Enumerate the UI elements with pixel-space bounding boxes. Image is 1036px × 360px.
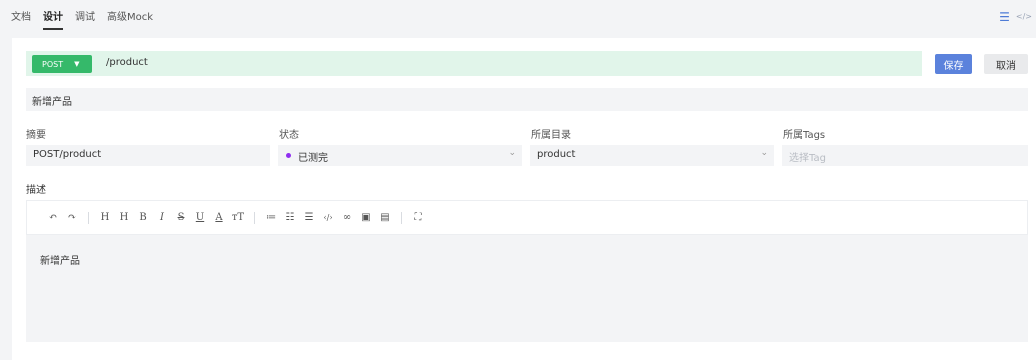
font-color-icon[interactable]: A [211, 212, 227, 223]
font-size-icon[interactable]: ᴛT [230, 212, 246, 223]
summary-value: POST/product [33, 149, 102, 160]
top-actions: ☰ </> [999, 10, 1032, 24]
editor-toolbar: ↶ ↷ H H B I S U A ᴛT ≔ ☷ ☰ ‹/› ∞ ▣ ▤ ⛶ [26, 200, 1028, 235]
task-list-icon[interactable]: ☰ [301, 212, 317, 223]
toolbar-divider [254, 211, 255, 224]
tab-advanced-mock[interactable]: 高级Mock [107, 11, 153, 25]
chevron-down-icon: ⌄ [760, 148, 768, 158]
table-icon[interactable]: ▤ [377, 212, 393, 223]
bold-icon[interactable]: B [135, 212, 151, 223]
summary-input[interactable]: POST/product [26, 145, 270, 166]
path-input[interactable]: /product [106, 57, 148, 68]
tags-select[interactable]: 选择Tag [782, 145, 1028, 166]
description-content: 新增产品 [40, 256, 80, 267]
description-editor[interactable]: 新增产品 [26, 235, 1028, 342]
description-label: 描述 [26, 185, 46, 196]
italic-icon[interactable]: I [154, 212, 170, 223]
tab-docs[interactable]: 文档 [11, 11, 31, 25]
directory-value: product [537, 149, 576, 160]
status-select[interactable]: 已测完 ⌄ [278, 145, 522, 166]
tab-list: 文档 设计 调试 高级Mock [11, 11, 165, 30]
link-icon[interactable]: ∞ [339, 212, 355, 223]
title-value: 新增产品 [32, 97, 72, 108]
save-button[interactable]: 保存 [935, 54, 972, 74]
undo-icon[interactable]: ↶ [45, 212, 61, 223]
status-dot [286, 153, 291, 158]
cancel-button[interactable]: 取消 [984, 54, 1028, 74]
image-icon[interactable]: ▣ [358, 212, 374, 223]
toolbar-divider [401, 211, 402, 224]
title-input[interactable]: 新增产品 [26, 88, 1028, 111]
redo-icon[interactable]: ↷ [64, 212, 80, 223]
code-view-icon[interactable]: </> [1016, 10, 1032, 24]
ordered-list-icon[interactable]: ☷ [282, 212, 298, 223]
status-label: 状态 [279, 130, 299, 141]
bullet-list-icon[interactable]: ≔ [263, 212, 279, 223]
summary-label: 摘要 [26, 130, 46, 141]
list-icon[interactable]: ☰ [999, 10, 1010, 24]
heading-size-icon[interactable]: H [116, 212, 132, 223]
directory-label: 所属目录 [531, 130, 571, 141]
underline-icon[interactable]: U [192, 212, 208, 223]
top-bar: 文档 设计 调试 高级Mock ☰ </> [0, 0, 1036, 34]
tags-label: 所属Tags [783, 130, 826, 141]
toolbar-divider [88, 211, 89, 224]
url-bar: POST ▼ /product [26, 51, 922, 76]
tab-design[interactable]: 设计 [43, 11, 63, 30]
caret-down-icon: ▼ [74, 60, 80, 68]
strikethrough-icon[interactable]: S [173, 212, 189, 223]
status-value: 已测完 [298, 153, 328, 164]
tab-debug[interactable]: 调试 [75, 11, 95, 25]
directory-select[interactable]: product ⌄ [530, 145, 774, 166]
heading-icon[interactable]: H [97, 212, 113, 223]
fullscreen-icon[interactable]: ⛶ [410, 212, 426, 223]
method-label: POST [42, 59, 64, 69]
chevron-down-icon: ⌄ [508, 148, 516, 158]
tags-placeholder: 选择Tag [789, 153, 826, 164]
design-panel: POST ▼ /product 保存 取消 新增产品 摘要 状态 所属目录 所属… [12, 38, 1036, 360]
code-icon[interactable]: ‹/› [320, 213, 336, 222]
method-select[interactable]: POST ▼ [32, 55, 92, 73]
